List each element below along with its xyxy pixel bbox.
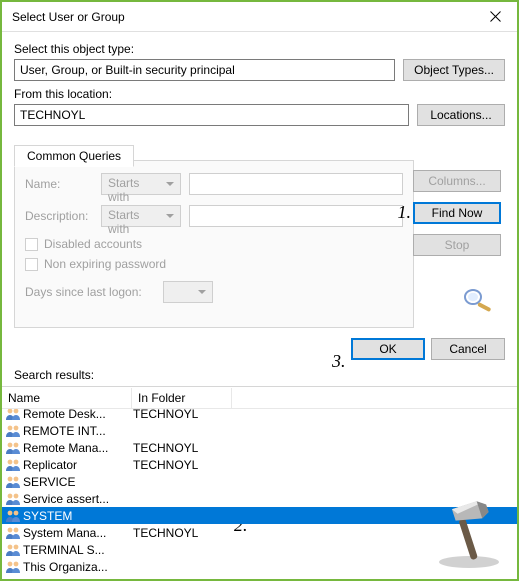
results-list[interactable]: Name In Folder Remote Desk...TECHNOYLREM… xyxy=(2,386,517,575)
group-icon xyxy=(5,475,23,489)
description-query-input[interactable] xyxy=(189,205,403,227)
days-since-combo[interactable] xyxy=(163,281,213,303)
non-expiring-checkbox[interactable] xyxy=(25,258,38,271)
group-icon xyxy=(5,458,23,472)
table-row[interactable]: Remote Mana...TECHNOYL xyxy=(2,439,517,456)
object-type-field[interactable] xyxy=(14,59,395,81)
search-results-label: Search results: xyxy=(2,364,517,386)
object-types-button[interactable]: Object Types... xyxy=(403,59,505,81)
table-row[interactable]: System Mana...TECHNOYL xyxy=(2,524,517,541)
cell-name: This Organiza... xyxy=(23,560,133,574)
close-icon xyxy=(490,11,501,22)
table-row[interactable]: SERVICE xyxy=(2,473,517,490)
name-query-label: Name: xyxy=(25,177,93,191)
titlebar: Select User or Group xyxy=(2,2,517,32)
cell-name: REMOTE INT... xyxy=(23,424,133,438)
cell-name: Service assert... xyxy=(23,492,133,506)
search-icon xyxy=(461,287,495,318)
table-row[interactable]: TERMINAL S... xyxy=(2,541,517,558)
group-icon xyxy=(5,424,23,438)
location-field[interactable] xyxy=(14,104,409,126)
non-expiring-label: Non expiring password xyxy=(44,257,166,271)
close-button[interactable] xyxy=(473,2,517,32)
group-icon xyxy=(5,492,23,506)
cell-name: System Mana... xyxy=(23,526,133,540)
stop-button[interactable]: Stop xyxy=(413,234,501,256)
window-title: Select User or Group xyxy=(12,10,125,24)
location-label: From this location: xyxy=(14,87,505,101)
column-header-name[interactable]: Name xyxy=(2,388,132,408)
group-icon xyxy=(5,441,23,455)
column-header-folder[interactable]: In Folder xyxy=(132,388,232,408)
cell-name: SERVICE xyxy=(23,475,133,489)
cell-name: Remote Mana... xyxy=(23,441,133,455)
object-type-label: Select this object type: xyxy=(14,42,505,56)
group-icon xyxy=(5,560,23,574)
disabled-accounts-label: Disabled accounts xyxy=(44,237,142,251)
description-mode-combo[interactable]: Starts with xyxy=(101,205,181,227)
table-row[interactable]: This Organiza... xyxy=(2,558,517,575)
cell-folder: TECHNOYL xyxy=(133,409,233,421)
tab-common-queries[interactable]: Common Queries xyxy=(14,145,134,167)
cell-name: SYSTEM xyxy=(23,509,133,523)
cell-name: Replicator xyxy=(23,458,133,472)
name-mode-combo[interactable]: Starts with xyxy=(101,173,181,195)
ok-button[interactable]: OK xyxy=(351,338,425,360)
table-row[interactable]: SYSTEM xyxy=(2,507,517,524)
table-row[interactable]: ReplicatorTECHNOYL xyxy=(2,456,517,473)
disabled-accounts-checkbox[interactable] xyxy=(25,238,38,251)
cell-folder: TECHNOYL xyxy=(133,526,233,540)
table-row[interactable]: Service assert... xyxy=(2,490,517,507)
group-icon xyxy=(5,526,23,540)
group-icon xyxy=(5,409,23,421)
cell-name: Remote Desk... xyxy=(23,409,133,421)
cancel-button[interactable]: Cancel xyxy=(431,338,505,360)
columns-button[interactable]: Columns... xyxy=(413,170,501,192)
cell-folder: TECHNOYL xyxy=(133,458,233,472)
cell-folder: TECHNOYL xyxy=(133,441,233,455)
locations-button[interactable]: Locations... xyxy=(417,104,505,126)
cell-name: TERMINAL S... xyxy=(23,543,133,557)
group-icon xyxy=(5,509,23,523)
days-since-label: Days since last logon: xyxy=(25,285,155,299)
table-row[interactable]: Remote Desk...TECHNOYL xyxy=(2,409,517,422)
table-row[interactable]: REMOTE INT... xyxy=(2,422,517,439)
group-icon xyxy=(5,543,23,557)
description-query-label: Description: xyxy=(25,209,93,223)
find-now-button[interactable]: Find Now xyxy=(413,202,501,224)
name-query-input[interactable] xyxy=(189,173,403,195)
